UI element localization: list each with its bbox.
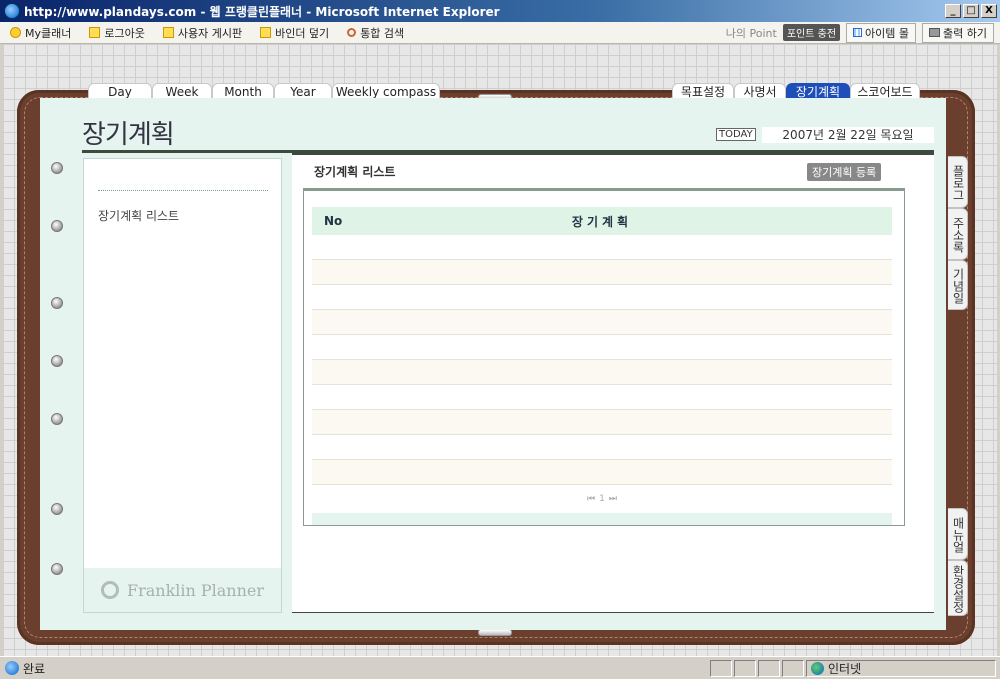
menu-long-term-plan-list[interactable]: 장기계획 리스트 (98, 207, 179, 224)
side-tab-manual[interactable]: 매뉴얼 (948, 508, 968, 560)
status-segment (758, 659, 780, 677)
table-row (312, 260, 892, 285)
point-charge-button[interactable]: 포인트 충전 (782, 24, 841, 41)
franklin-logo-icon (100, 581, 119, 599)
smile-icon (10, 27, 21, 38)
binder-ring (51, 413, 63, 425)
plan-table: No 장기계획 ⏮ 1 ⏭ (312, 207, 892, 512)
title-bar: http://www.plandays.com - 웹 프랭클린플래너 - Mi… (0, 0, 1000, 22)
table-row (312, 435, 892, 460)
column-title: 장기계획 (571, 214, 633, 229)
divider (98, 190, 268, 191)
note-icon (260, 27, 272, 38)
status-text: 완료 (23, 661, 46, 676)
last-page-icon[interactable]: ⏭ (609, 494, 617, 504)
franklin-planner-logo: Franklin Planner (84, 568, 281, 612)
security-zone: 인터넷 (806, 659, 996, 677)
column-no: No (324, 214, 343, 228)
status-segment (734, 659, 756, 677)
section-heading: 장기계획 리스트 (314, 165, 396, 179)
logo-text: Franklin Planner (126, 580, 265, 600)
table-row (312, 410, 892, 435)
binder-ring (51, 503, 63, 515)
item-mall-button[interactable]: 아이템 몰 (846, 22, 917, 43)
logout-link[interactable]: 로그아웃 (89, 25, 145, 41)
status-bar: 완료 인터넷 (0, 656, 1000, 679)
point-label: 나의 Point (725, 26, 777, 40)
binder-ring (51, 297, 63, 309)
left-panel: 장기계획 리스트 Franklin Planner (83, 158, 282, 613)
table-row (312, 335, 892, 360)
today-button[interactable]: TODAY (716, 128, 756, 141)
binder-ring (51, 162, 63, 174)
side-tab-anniversary[interactable]: 기념일 (948, 260, 968, 310)
user-board-link[interactable]: 사용자 게시판 (162, 25, 242, 41)
table-row (312, 235, 892, 260)
table-header: No 장기계획 (312, 207, 892, 235)
print-icon (929, 28, 941, 37)
page-status-icon (5, 661, 19, 675)
table-row (312, 360, 892, 385)
status-segment (710, 659, 732, 677)
globe-icon (811, 661, 824, 675)
table-row (312, 385, 892, 410)
plan-list-box: No 장기계획 ⏮ 1 ⏭ (303, 188, 905, 526)
search-link[interactable]: 통합 검색 (347, 25, 404, 41)
binder-clip (478, 629, 512, 636)
side-tab-blog[interactable]: 플로그 (948, 156, 968, 208)
page-number[interactable]: 1 (599, 494, 605, 504)
print-button[interactable]: 출력 하기 (922, 22, 994, 43)
top-toolbar: My클래너 로그아웃 사용자 게시판 바인더 덮기 통합 검색 나의 Point… (0, 22, 1000, 44)
note-icon (89, 27, 101, 38)
binder-ring (51, 355, 63, 367)
table-row (312, 285, 892, 310)
binder-ring (51, 220, 63, 232)
my-planner-link[interactable]: My클래너 (10, 25, 71, 41)
main-content: 장기계획 리스트 장기계획 등록 No 장기계획 ⏮ 1 ⏭ (292, 152, 934, 613)
minimize-button[interactable]: _ (945, 4, 961, 18)
ie-logo-icon (4, 3, 20, 19)
side-tab-settings[interactable]: 환경설정 (948, 560, 968, 616)
close-binder-link[interactable]: 바인더 덮기 (260, 25, 329, 41)
window-title: http://www.plandays.com - 웹 프랭클린플래너 - Mi… (24, 4, 500, 19)
side-tab-address-book[interactable]: 주소록 (948, 208, 968, 260)
register-plan-button[interactable]: 장기계획 등록 (807, 163, 882, 181)
status-segment (782, 659, 804, 677)
pagination: ⏮ 1 ⏭ (312, 485, 892, 512)
maximize-button[interactable]: □ (963, 4, 979, 18)
grid-icon (853, 28, 863, 37)
close-button[interactable]: X (981, 4, 997, 18)
table-row (312, 460, 892, 485)
page-title: 장기계획 (82, 120, 175, 150)
current-date: 2007년 2월 22일 목요일 (762, 127, 934, 143)
binder-ring (51, 563, 63, 575)
search-icon (347, 28, 357, 37)
zone-text: 인터넷 (828, 661, 862, 676)
table-row (312, 310, 892, 335)
note-icon (162, 27, 174, 38)
list-footer (312, 513, 892, 525)
first-page-icon[interactable]: ⏮ (587, 494, 595, 504)
